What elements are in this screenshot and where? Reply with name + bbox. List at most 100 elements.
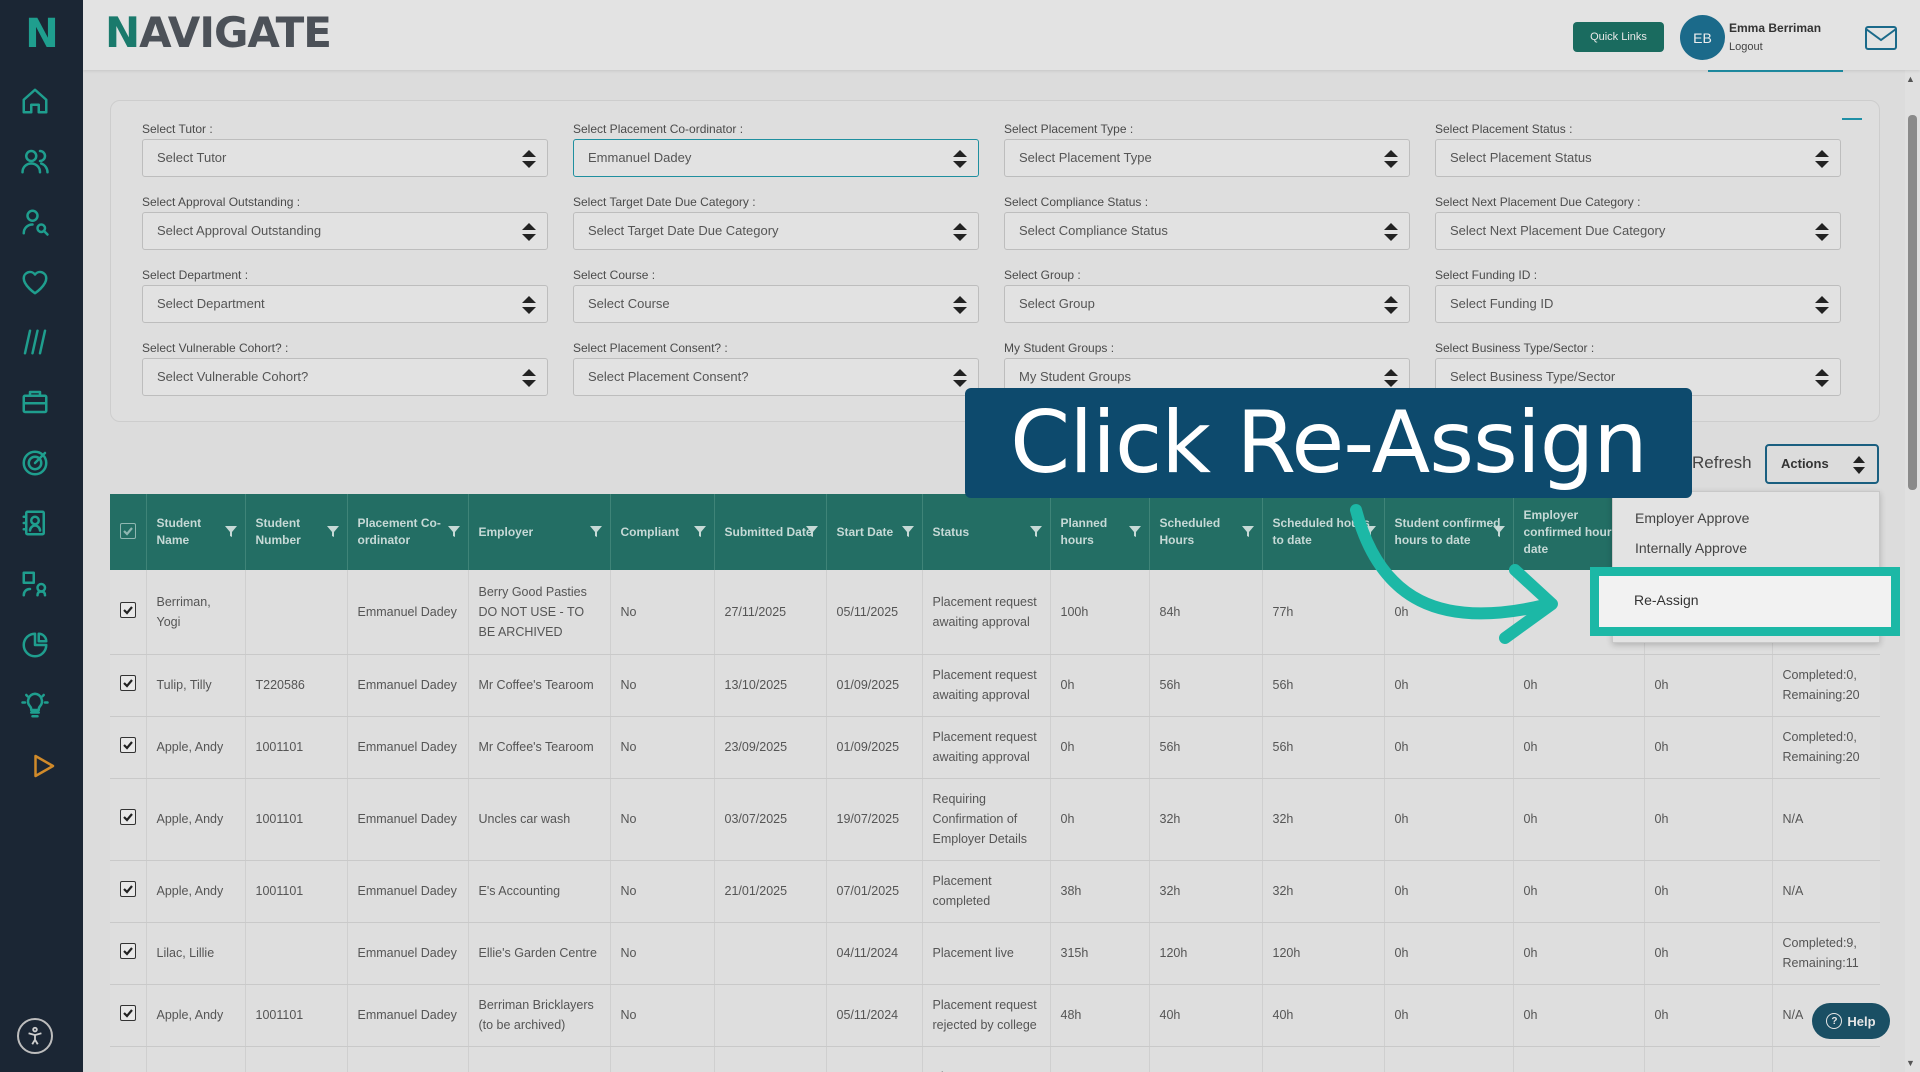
table-cell: Berriman, Yogi: [146, 570, 246, 655]
refresh-button[interactable]: Refresh: [1692, 453, 1752, 473]
filter-select[interactable]: Select Department: [142, 285, 548, 323]
column-header[interactable]: Scheduled Hours: [1149, 494, 1263, 570]
table-row[interactable]: Placement request: [110, 1046, 1880, 1072]
filter-select[interactable]: Select Group: [1004, 285, 1410, 323]
filter-icon[interactable]: [1241, 524, 1255, 538]
home-icon[interactable]: [17, 83, 53, 119]
user-search-icon[interactable]: [17, 204, 53, 240]
row-select-cell[interactable]: [110, 570, 147, 655]
help-button[interactable]: ? Help: [1812, 1003, 1890, 1039]
row-select-cell[interactable]: [110, 860, 147, 923]
column-header[interactable]: Submitted Date: [714, 494, 827, 570]
table-cell: Completed:0, Remaining:20: [1772, 654, 1880, 717]
column-header[interactable]: Student Number: [245, 494, 348, 570]
filter-select[interactable]: Select Placement Type: [1004, 139, 1410, 177]
header: NAVIGATE Quick Links EB Emma Berriman Lo…: [83, 0, 1920, 70]
row-checkbox[interactable]: [120, 1005, 136, 1021]
table-row[interactable]: Apple, Andy 1001101 Emmanuel Dadey Uncles c…: [110, 778, 1880, 861]
filter-icon[interactable]: [589, 524, 603, 538]
actions-select[interactable]: Actions: [1765, 444, 1879, 484]
pie-chart-icon[interactable]: [17, 627, 53, 663]
table-row[interactable]: Tulip, Tilly T220586 Emmanuel Dadey Mr Coff…: [110, 654, 1880, 717]
column-header[interactable]: Student Name: [146, 494, 246, 570]
table-cell: Tulip, Tilly: [146, 654, 246, 717]
filter-select[interactable]: Emmanuel Dadey: [573, 139, 979, 177]
filter-icon[interactable]: [447, 524, 461, 538]
column-header[interactable]: Planned hours: [1050, 494, 1150, 570]
users-icon[interactable]: [17, 143, 53, 179]
row-checkbox[interactable]: [120, 881, 136, 897]
filter-icon[interactable]: [1128, 524, 1142, 538]
filter-select[interactable]: Select Target Date Due Category: [573, 212, 979, 250]
heart-icon[interactable]: [17, 264, 53, 300]
mail-icon[interactable]: [1864, 25, 1898, 51]
row-checkbox[interactable]: [120, 737, 136, 753]
scroll-down-icon[interactable]: ▼: [1906, 1058, 1915, 1068]
filter-select[interactable]: Select Compliance Status: [1004, 212, 1410, 250]
column-header[interactable]: Employer: [468, 494, 611, 570]
brand-logo[interactable]: NAVIGATE: [105, 8, 332, 57]
accessibility-icon[interactable]: [17, 1018, 53, 1054]
table-cell: 0h: [1050, 778, 1150, 861]
filter-icon[interactable]: [693, 524, 707, 538]
briefcase-icon[interactable]: [17, 384, 53, 420]
column-header[interactable]: Compliant: [610, 494, 715, 570]
table-row[interactable]: Apple, Andy 1001101 Emmanuel Dadey E's Acco…: [110, 860, 1880, 923]
scrollbar-thumb[interactable]: [1908, 115, 1917, 490]
org-chart-icon[interactable]: [17, 566, 53, 602]
filter-icon[interactable]: [1029, 524, 1043, 538]
filter-select[interactable]: Select Course: [573, 285, 979, 323]
target-icon[interactable]: [17, 445, 53, 481]
filter-select[interactable]: Select Funding ID: [1435, 285, 1841, 323]
row-select-cell[interactable]: [110, 984, 147, 1047]
filter-select[interactable]: Select Next Placement Due Category: [1435, 212, 1841, 250]
filter-select[interactable]: Select Tutor: [142, 139, 548, 177]
scroll-up-icon[interactable]: ▲: [1906, 74, 1915, 84]
filter-select[interactable]: Select Vulnerable Cohort?: [142, 358, 548, 396]
row-checkbox[interactable]: [120, 601, 136, 618]
row-select-cell[interactable]: [110, 922, 147, 985]
slashes-icon[interactable]: [17, 324, 53, 360]
row-checkbox[interactable]: [120, 943, 136, 959]
logout-link[interactable]: Logout: [1729, 41, 1763, 53]
table-cell: 07/01/2025: [826, 860, 923, 923]
collapse-icon[interactable]: [1842, 118, 1862, 120]
select-all-checkbox[interactable]: [120, 522, 136, 539]
lightbulb-icon[interactable]: [17, 687, 53, 723]
column-header[interactable]: Placement Co-ordinator: [347, 494, 469, 570]
row-select-cell[interactable]: [110, 716, 147, 779]
filter-icon[interactable]: [326, 524, 340, 538]
row-select-cell[interactable]: [110, 654, 147, 717]
column-header[interactable]: Status: [922, 494, 1051, 570]
row-select-cell[interactable]: [110, 1046, 147, 1072]
actions-label: Actions: [1781, 456, 1829, 471]
filter-select[interactable]: Select Placement Consent?: [573, 358, 979, 396]
table-cell: 0h: [1384, 922, 1514, 985]
filter-select[interactable]: Select Approval Outstanding: [142, 212, 548, 250]
filter-label: Select Group :: [1004, 268, 1081, 282]
menu-item-internally-approve[interactable]: Internally Approve: [1635, 540, 1747, 556]
table-cell: Apple, Andy: [146, 778, 246, 861]
filter-icon[interactable]: [224, 524, 238, 538]
filter-icon[interactable]: [805, 524, 819, 538]
play-icon[interactable]: [25, 748, 61, 784]
quick-links-button[interactable]: Quick Links: [1573, 22, 1664, 52]
table-row[interactable]: Apple, Andy 1001101 Emmanuel Dadey Berriman…: [110, 984, 1880, 1047]
app-logo[interactable]: N: [20, 12, 64, 56]
column-header[interactable]: Start Date: [826, 494, 923, 570]
menu-item-re-assign[interactable]: Re-Assign: [1634, 592, 1699, 608]
table-row[interactable]: Lilac, Lillie Emmanuel Dadey Ellie's Garde…: [110, 922, 1880, 985]
filter-label: Select Compliance Status :: [1004, 195, 1149, 209]
row-checkbox[interactable]: [120, 675, 136, 691]
filter-icon[interactable]: [901, 524, 915, 538]
select-all-cell[interactable]: [110, 494, 147, 570]
table-cell: [1262, 1046, 1385, 1072]
row-select-cell[interactable]: [110, 778, 147, 861]
filter-select[interactable]: Select Placement Status: [1435, 139, 1841, 177]
contact-card-icon[interactable]: [17, 505, 53, 541]
row-checkbox[interactable]: [120, 809, 136, 825]
menu-item-employer-approve[interactable]: Employer Approve: [1635, 510, 1749, 526]
table-cell: No: [610, 716, 715, 779]
avatar[interactable]: EB: [1680, 15, 1725, 60]
table-row[interactable]: Apple, Andy 1001101 Emmanuel Dadey Mr Coffe…: [110, 716, 1880, 779]
